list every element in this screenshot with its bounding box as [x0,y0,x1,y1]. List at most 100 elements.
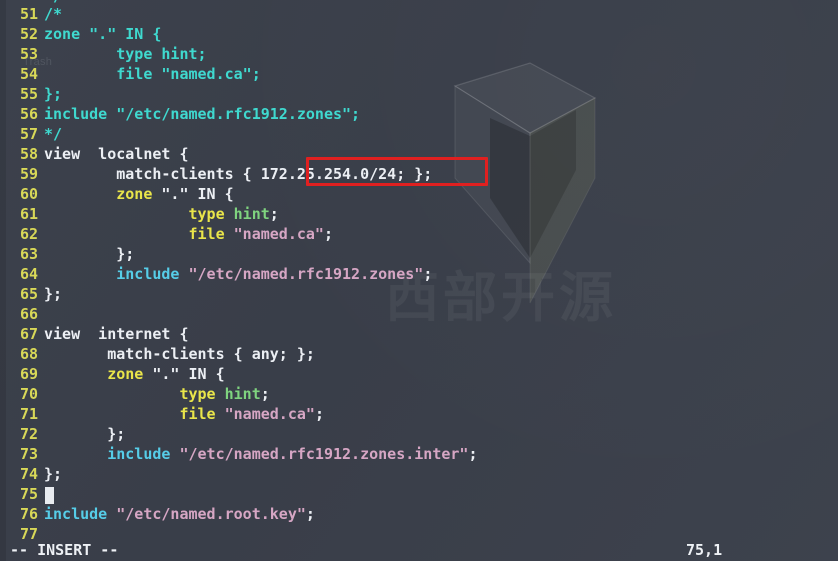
code-token: "." IN { [152,185,234,203]
status-cursor-position: 75,1 [686,541,723,559]
line-number: 51 [19,5,38,23]
code-line[interactable]: 67 view internet { [0,324,838,344]
line-content: }; [44,424,125,444]
line-content: view localnet { [44,144,189,164]
code-line[interactable]: 55}; [0,84,838,104]
code-line[interactable]: 68 match-clients { any; }; [0,344,838,364]
line-content: zone "." IN { [44,364,225,384]
code-line[interactable]: 69 zone "." IN { [0,364,838,384]
code-line[interactable]: 60 zone "." IN { [0,184,838,204]
code-token: }; [44,285,63,303]
code-token: "." IN { [143,365,225,383]
code-token: zone [116,185,153,203]
line-content: zone "." IN { [44,24,161,44]
terminal-window: Trash 西部开源 */ 51/*52zone "." IN {53 type… [0,0,838,561]
line-content: }; [44,284,62,304]
line-number: 52 [19,25,38,43]
code-line[interactable]: 61 type hint; [0,204,838,224]
code-line[interactable]: 64 include "/etc/named.rfc1912.zones"; [0,264,838,284]
line-number: 60 [19,185,38,203]
code-line[interactable]: 58 view localnet { [0,144,838,164]
line-number: 63 [19,245,38,263]
line-content: view internet { [44,324,189,344]
code-line[interactable]: 51 /* [0,4,838,24]
vim-text-buffer[interactable]: */ 51/*52zone "." IN {53 type hint;54 fi… [0,0,838,561]
code-token: ; [323,225,333,243]
code-line[interactable]: 54 file "named.ca"; [0,64,838,84]
code-token: ; [269,205,279,223]
line-number: 71 [19,405,38,423]
code-line[interactable]: 74}; [0,464,838,484]
code-token: ; [314,405,324,423]
code-token: "/etc/named.rfc1912.zones.inter" [179,445,469,463]
code-token: include [44,505,108,523]
code-line[interactable]: 75 [0,484,838,504]
line-content: include "/etc/named.rfc1912.zones.inter"… [44,444,477,464]
code-token: zone [107,365,144,383]
code-token: hint [233,205,270,223]
code-line[interactable]: 70 type hint; [0,384,838,404]
code-line[interactable]: 56 include "/etc/named.rfc1912.zones"; [0,104,838,124]
line-number: 56 [19,105,38,123]
code-line[interactable]: 73 include "/etc/named.rfc1912.zones.int… [0,444,838,464]
line-content: include "/etc/named.rfc1912.zones"; [44,104,360,124]
code-line[interactable]: 66 [0,304,838,324]
line-number: 64 [19,265,38,283]
line-number: 66 [19,305,38,323]
code-line[interactable]: 52 zone "." IN { [0,24,838,44]
code-token: type hint; [44,45,207,63]
code-token: file "named.ca"; [44,65,261,83]
code-line[interactable]: 63 }; [0,244,838,264]
line-number: 62 [19,225,38,243]
line-content: match-clients { 172.25.254.0/24; }; [44,164,432,184]
line-number: 58 [19,145,38,163]
line-number: 73 [19,445,38,463]
code-token: 172.25.254.0/24 [260,165,397,183]
code-token: file [188,225,225,243]
line-content: include "/etc/named.rfc1912.zones"; [44,264,432,284]
code-token: type [188,205,225,223]
code-token: "/etc/named.rfc1912.zones" [188,265,424,283]
code-token: }; [44,425,126,443]
line-content: }; [44,244,134,264]
code-line[interactable]: 72 }; [0,424,838,444]
status-mode-indicator: -- INSERT -- [10,541,119,559]
code-line[interactable]: 76 include "/etc/named.root.key"; [0,504,838,524]
line-number: 70 [19,385,38,403]
line-content: */ [44,124,62,144]
code-line[interactable]: 53 type hint; [0,44,838,64]
code-token: /* [44,5,63,23]
line-number: 55 [19,85,38,103]
code-token: ; [423,265,433,283]
line-content: }; [44,84,62,104]
code-token: }; [44,245,135,263]
code-line[interactable]: 57 */ [0,124,838,144]
code-token: ; [305,505,315,523]
code-token: file [179,405,216,423]
line-content: /* [44,4,62,24]
code-line[interactable]: 59 match-clients { 172.25.254.0/24; }; [0,164,838,184]
code-token: match-clients { [44,165,261,183]
line-content: type hint; [44,384,269,404]
code-line[interactable]: 65}; [0,284,838,304]
code-token: zone "." IN { [44,25,162,43]
line-number: 54 [19,65,38,83]
line-number: 67 [19,325,38,343]
code-token: view internet { [44,325,189,343]
line-number: 61 [19,205,38,223]
line-content: match-clients { any; }; [44,344,315,364]
line-content: file "named.ca"; [44,404,324,424]
code-line[interactable]: 62 file "named.ca"; [0,224,838,244]
code-line[interactable]: 71 file "named.ca"; [0,404,838,424]
